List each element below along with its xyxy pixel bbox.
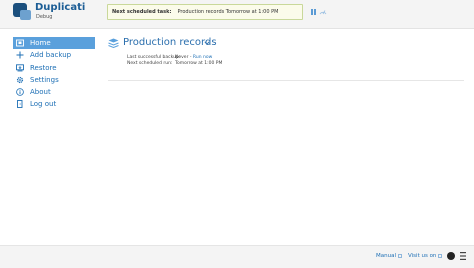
scheduled-task-value: Production records Tomorrow at 1:00 PM bbox=[177, 9, 279, 15]
divider bbox=[108, 80, 464, 81]
duplicati-logo-icon[interactable] bbox=[13, 3, 31, 20]
sidebar-item-add-backup[interactable]: Add backup bbox=[13, 49, 95, 61]
external-link-icon bbox=[438, 253, 443, 258]
app-name[interactable]: Duplicati bbox=[35, 2, 85, 13]
last-backup-value: Never bbox=[175, 55, 189, 60]
scheduled-task-label: Next scheduled task: bbox=[112, 9, 172, 15]
scheduled-task-banner[interactable]: Next scheduled task: Production records T… bbox=[107, 4, 303, 20]
throttle-icon[interactable] bbox=[319, 8, 327, 15]
pause-icon[interactable] bbox=[311, 9, 316, 15]
sidebar-nav: Home Add backup Restore Settings About L… bbox=[13, 37, 95, 111]
sidebar-item-about[interactable]: About bbox=[13, 86, 95, 98]
restore-icon bbox=[16, 63, 24, 71]
database-icon bbox=[108, 38, 119, 48]
next-run-row: Next scheduled run: Tomorrow at 1:00 PM bbox=[108, 61, 464, 67]
sidebar-item-label: Restore bbox=[30, 63, 57, 72]
sidebar-item-restore[interactable]: Restore bbox=[13, 62, 95, 74]
sidebar-item-label: Add backup bbox=[30, 51, 72, 60]
chevron-down-icon[interactable] bbox=[204, 40, 210, 46]
sidebar-item-label: Home bbox=[30, 39, 51, 47]
external-link-icon bbox=[398, 253, 402, 258]
next-run-label: Next scheduled run: bbox=[127, 61, 173, 66]
sidebar-item-log-out[interactable]: Log out bbox=[13, 98, 95, 110]
top-header: Duplicati Debug Next scheduled task: Prod… bbox=[0, 0, 474, 29]
sidebar-item-settings[interactable]: Settings bbox=[13, 74, 95, 86]
sidebar-item-label: Settings bbox=[30, 75, 59, 84]
sidebar-item-label: Log out bbox=[30, 100, 57, 109]
manual-link[interactable]: Manual bbox=[376, 253, 402, 259]
hamburger-icon[interactable] bbox=[459, 251, 467, 261]
sidebar-item-label: About bbox=[30, 88, 51, 96]
next-run-value: Tomorrow at 1:00 PM bbox=[175, 61, 223, 66]
app-subtitle: Debug bbox=[36, 14, 53, 20]
run-now-link[interactable]: Run now bbox=[193, 55, 212, 60]
logout-icon bbox=[17, 100, 23, 109]
main-content: Production records Last successful backu… bbox=[108, 36, 464, 81]
gear-icon bbox=[16, 76, 24, 83]
sidebar-item-home[interactable]: Home bbox=[13, 37, 95, 49]
visit-us-label: Visit us on bbox=[408, 253, 437, 259]
info-icon bbox=[16, 88, 24, 96]
visit-us-link[interactable]: Visit us on bbox=[408, 253, 443, 259]
github-icon[interactable] bbox=[447, 252, 455, 260]
plus-icon bbox=[16, 51, 24, 59]
footer: Manual Visit us on bbox=[0, 245, 474, 268]
manual-label: Manual bbox=[376, 253, 396, 259]
home-icon bbox=[16, 39, 24, 47]
backup-name[interactable]: Production records bbox=[123, 37, 217, 48]
backup-header[interactable]: Production records bbox=[108, 36, 464, 50]
